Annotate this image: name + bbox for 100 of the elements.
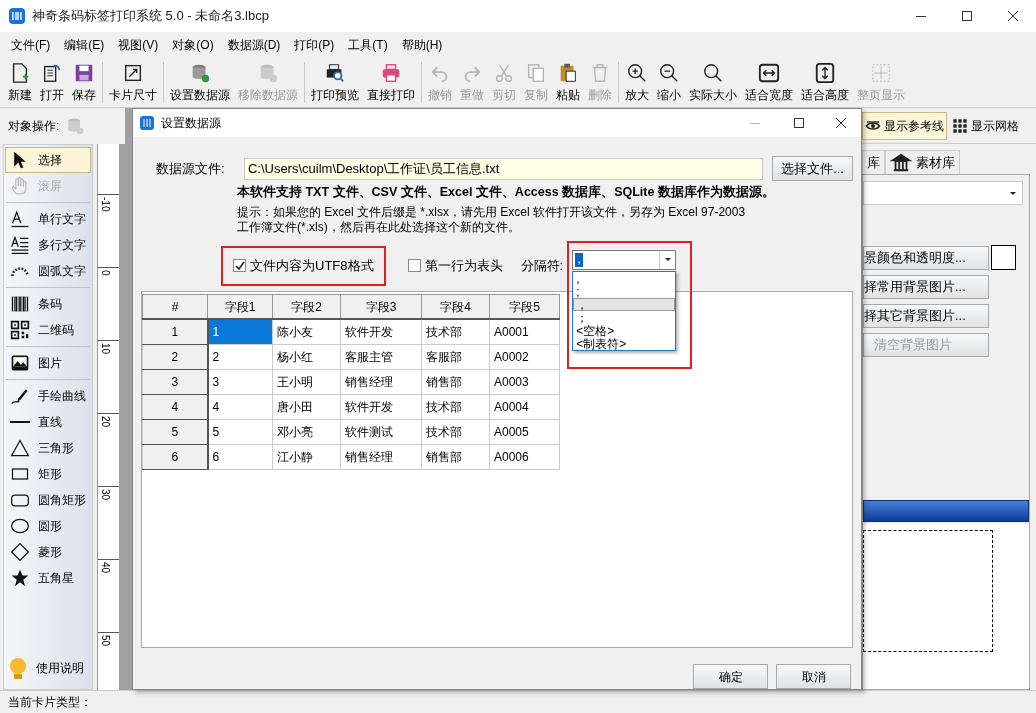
help-button[interactable]: 使用说明 xyxy=(4,653,92,683)
tool-button[interactable]: 三角形 xyxy=(5,435,91,461)
row-header[interactable]: 4 xyxy=(142,394,208,420)
menu-item[interactable]: 帮助(H) xyxy=(394,36,450,54)
toolbar-button[interactable]: 放大 xyxy=(621,58,653,107)
row-header[interactable]: 3 xyxy=(142,369,208,395)
checkbox-option[interactable]: 第一行为表头 xyxy=(407,256,503,276)
toolbar-button[interactable]: 打开 xyxy=(36,58,68,107)
hint-text: 提示：如果您的 Excel 文件后缀是 *.xlsx，请先用 Excel 软件打开该文件，另存为 Excel 97-2003 xyxy=(237,204,747,220)
table-cell: 销售部 xyxy=(421,369,490,395)
table-cell: A0002 xyxy=(489,344,560,370)
panel-button[interactable]: 景颜色和透明度... xyxy=(863,245,989,270)
toggle-button[interactable]: 显示参考线 xyxy=(862,111,947,140)
table-cell: A0006 xyxy=(489,444,560,470)
toolbar-button[interactable]: 卡片尺寸 xyxy=(105,58,161,107)
minimize-icon xyxy=(916,15,926,17)
panel-button[interactable]: 择其它背景图片... xyxy=(863,304,989,328)
checkbox-option[interactable]: 文件内容为UTF8格式 xyxy=(233,256,374,276)
column-header[interactable]: # xyxy=(142,294,208,320)
table-cell: 3 xyxy=(207,369,273,395)
table-cell: A0003 xyxy=(489,369,560,395)
panel-tab[interactable]: 库 xyxy=(862,150,885,174)
column-header[interactable]: 字段4 xyxy=(421,294,490,320)
table-cell: 江小静 xyxy=(272,444,341,470)
color-swatch[interactable] xyxy=(991,245,1016,270)
column-header[interactable]: 字段1 xyxy=(207,294,273,320)
dropdown-option[interactable]: , xyxy=(573,271,676,285)
dropdown-option[interactable]: ; xyxy=(573,284,676,298)
dropdown-option[interactable]: ， xyxy=(573,297,676,311)
tool-button[interactable]: 单行文字 xyxy=(5,206,91,232)
dropdown-option[interactable]: <制表符> xyxy=(573,336,676,350)
check-icon xyxy=(234,260,245,272)
toolbar-button[interactable]: 实际大小 xyxy=(685,58,741,107)
tool-button[interactable]: 手绘曲线 xyxy=(5,383,91,409)
tool-button[interactable]: 多行文字 xyxy=(5,232,91,258)
choose-file-button[interactable]: 选择文件... xyxy=(772,156,853,181)
line-icon xyxy=(10,421,30,423)
qr-code-icon xyxy=(10,320,30,340)
row-header[interactable]: 5 xyxy=(142,419,208,445)
tool-button[interactable]: 直线 xyxy=(5,409,91,435)
tool-button[interactable]: 条码 xyxy=(5,291,91,317)
toolbar-button[interactable]: 设置数据源 xyxy=(166,58,234,107)
tool-button[interactable]: 二维码 xyxy=(5,317,91,343)
toolbar-button[interactable]: 适合高度 xyxy=(797,58,853,107)
ruler-label: 10 xyxy=(100,343,110,355)
toolbar-button[interactable]: 直接打印 xyxy=(363,58,419,107)
tool-button[interactable]: 五角星 xyxy=(5,565,91,591)
menu-item[interactable]: 打印(P) xyxy=(287,36,342,54)
support-note: 本软件支持 TXT 文件、CSV 文件、Excel 文件、Access 数据库、SQLite 数据库作为数据源。 xyxy=(237,184,776,201)
table-cell: 5 xyxy=(207,419,273,445)
dropdown-option[interactable]: ； xyxy=(573,310,676,324)
ruler-label: 50 xyxy=(100,635,110,647)
grid-icon xyxy=(952,117,968,134)
tool-button[interactable]: 选择 xyxy=(5,147,91,173)
checkbox[interactable] xyxy=(407,259,421,273)
row-header[interactable]: 6 xyxy=(142,444,208,470)
tool-button[interactable]: 图片 xyxy=(5,350,91,376)
tool-button[interactable]: 圆形 xyxy=(5,513,91,539)
dialog-button[interactable]: 确定 xyxy=(693,664,768,689)
ruler-label: -10 xyxy=(100,197,110,212)
table-cell: 4 xyxy=(207,394,273,420)
tool-button[interactable]: 矩形 xyxy=(5,461,91,487)
file-path-field[interactable]: C:\Users\cuilm\Desktop\工作证\员工信息.txt xyxy=(243,157,764,180)
copy-icon xyxy=(525,61,547,84)
separator-dropdown[interactable]: , xyxy=(572,249,677,270)
tool-button[interactable]: 菱形 xyxy=(5,539,91,565)
menu-item[interactable]: 对象(O) xyxy=(165,36,221,54)
table-cell: 销售经理 xyxy=(340,444,422,470)
row-header[interactable]: 1 xyxy=(142,319,208,345)
barcode-icon xyxy=(10,294,30,314)
image-icon xyxy=(10,353,30,373)
table-cell: A0004 xyxy=(489,394,560,420)
row-header[interactable]: 2 xyxy=(142,344,208,370)
toolbar-button[interactable]: 保存 xyxy=(68,58,100,107)
column-header[interactable]: 字段3 xyxy=(340,294,422,320)
toolbar-button[interactable]: 适合宽度 xyxy=(741,58,797,107)
tool-button[interactable]: 圆弧文字 xyxy=(5,258,91,284)
menu-item[interactable]: 数据源(D) xyxy=(220,36,288,54)
dialog-button[interactable]: 取消 xyxy=(776,664,851,689)
column-header[interactable]: 字段2 xyxy=(272,294,341,320)
column-header[interactable]: 字段5 xyxy=(489,294,560,320)
tool-button[interactable]: 圆角矩形 xyxy=(5,487,91,513)
toolbar-button[interactable]: 缩小 xyxy=(653,58,685,107)
app-logo-icon xyxy=(139,115,155,131)
menu-item[interactable]: 文件(F) xyxy=(4,36,58,54)
toggle-button[interactable]: 显示网格 xyxy=(949,111,1022,140)
dropdown-option[interactable]: <空格> xyxy=(573,323,676,337)
panel-button[interactable]: 择常用背景图片... xyxy=(863,275,989,299)
toolbar-button[interactable]: 新建 xyxy=(4,58,36,107)
checkbox[interactable] xyxy=(233,259,246,273)
menu-item[interactable]: 视图(V) xyxy=(111,36,166,54)
menu-item[interactable]: 编辑(E) xyxy=(57,36,112,54)
letter-a-lines-icon xyxy=(10,235,30,255)
object-ops-label: 对象操作: xyxy=(8,118,60,135)
toolbar-button[interactable]: 粘贴 xyxy=(552,58,584,107)
table-cell: 技术部 xyxy=(421,394,490,420)
panel-tab[interactable]: 素材库 xyxy=(885,150,960,174)
toolbar-button[interactable]: 打印预览 xyxy=(307,58,363,107)
table-cell: 软件开发 xyxy=(340,394,422,420)
menu-item[interactable]: 工具(T) xyxy=(341,36,395,54)
